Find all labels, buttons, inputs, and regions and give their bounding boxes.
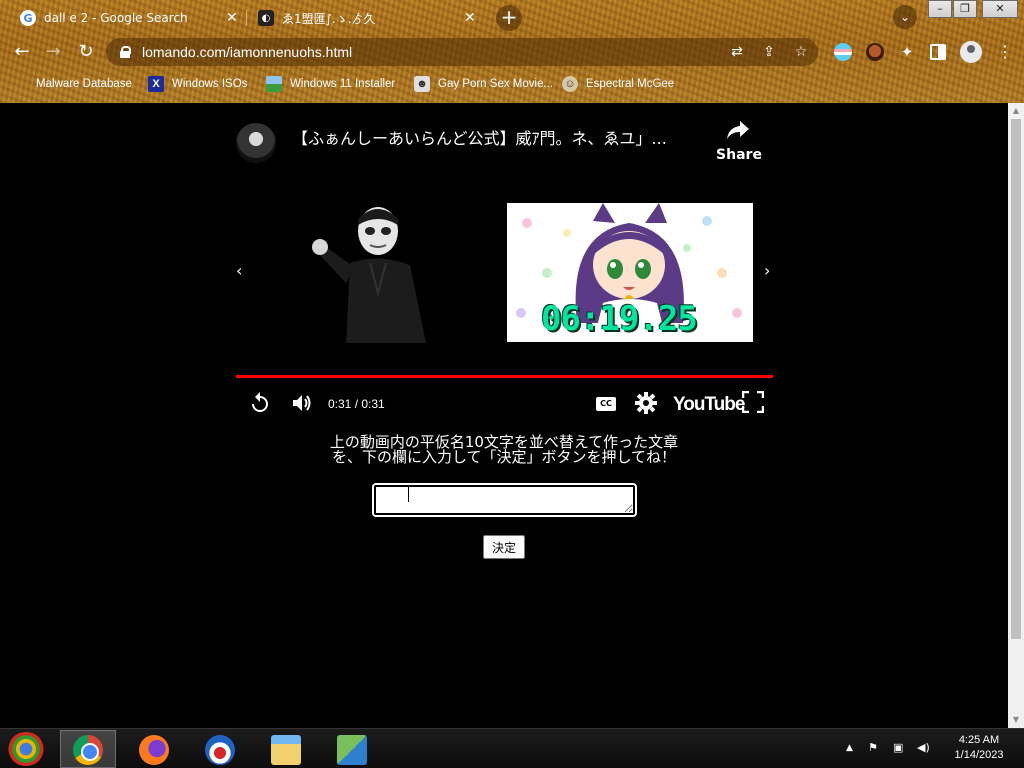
tab-search-button[interactable]: ⌄ bbox=[893, 5, 917, 29]
start-button[interactable] bbox=[8, 732, 44, 766]
profile-avatar-icon[interactable] bbox=[960, 41, 982, 63]
lock-icon[interactable] bbox=[120, 46, 131, 58]
tab-title: dall e 2 - Google Search bbox=[44, 11, 188, 25]
share-page-icon[interactable]: ⇪ bbox=[760, 43, 778, 61]
taskbar-chrome[interactable] bbox=[60, 730, 116, 768]
scroll-up-arrow-icon[interactable]: ▲ bbox=[1008, 103, 1024, 119]
video-progress-bar[interactable] bbox=[236, 375, 773, 378]
pride-flag-extension-icon[interactable] bbox=[834, 43, 852, 61]
taskbar-network-app[interactable] bbox=[324, 730, 380, 768]
kebab-menu-icon[interactable]: ⋮ bbox=[996, 43, 1014, 61]
url-text[interactable]: lomando.com/iamonnenuohs.html bbox=[142, 44, 352, 60]
gear-icon[interactable] bbox=[634, 391, 658, 415]
new-tab-button[interactable]: + bbox=[496, 5, 522, 31]
answer-textarea[interactable] bbox=[372, 483, 637, 517]
tab-google-search[interactable]: G dall e 2 - Google Search ✕ bbox=[8, 4, 246, 32]
clock-time: 4:25 AM bbox=[958, 734, 1000, 746]
captions-button[interactable]: CC bbox=[596, 397, 616, 411]
fullscreen-icon[interactable] bbox=[742, 391, 764, 413]
chrome-icon bbox=[73, 735, 103, 765]
system-clock[interactable]: 4:25 AM 1/14/2023 bbox=[944, 733, 1014, 763]
translate-icon[interactable]: ⇄ bbox=[728, 43, 746, 61]
scroll-down-arrow-icon[interactable]: ▼ bbox=[1008, 712, 1024, 728]
face-favicon-icon: ☺ bbox=[562, 76, 578, 92]
channel-avatar[interactable] bbox=[236, 123, 276, 163]
chevron-right-icon[interactable]: › bbox=[764, 261, 776, 280]
restore-button[interactable]: ❐ bbox=[953, 0, 977, 18]
back-button[interactable]: ← bbox=[10, 40, 34, 64]
site-favicon-icon: ☻ bbox=[414, 76, 430, 92]
page-favicon-icon: ◐ bbox=[258, 10, 274, 26]
tab-close-icon[interactable]: ✕ bbox=[464, 10, 476, 26]
reload-button[interactable]: ↻ bbox=[74, 40, 98, 64]
scroll-thumb[interactable] bbox=[1011, 119, 1021, 639]
share-label[interactable]: Share bbox=[716, 147, 762, 163]
youtube-logo[interactable]: YouTube bbox=[673, 394, 745, 416]
volume-tray-icon[interactable]: ◀) bbox=[917, 741, 930, 754]
video-thumbnail[interactable]: 06:19.25 bbox=[507, 203, 753, 342]
page-content: 【ふぁんしーあいらんど公式】威ｱ門。ネ、ゑユ」... Share ‹ › 06:… bbox=[0, 103, 1008, 728]
clock-date: 1/14/2023 bbox=[954, 749, 1004, 761]
chevron-left-icon[interactable]: ‹ bbox=[236, 261, 248, 280]
share-arrow-icon[interactable] bbox=[726, 119, 750, 141]
bookmark-windows-isos[interactable]: X Windows ISOs bbox=[148, 74, 247, 94]
tab-current-page[interactable]: ◐ ゑ1盟匯∫.ゝ.ゟ久 ✕ bbox=[246, 4, 484, 32]
text-cursor-icon bbox=[408, 486, 412, 502]
video-title[interactable]: 【ふぁんしーあいらんど公式】威ｱ門。ネ、ゑユ」... bbox=[292, 125, 712, 149]
volume-icon[interactable] bbox=[290, 391, 314, 415]
network-status-icon[interactable]: ▣ bbox=[893, 741, 903, 754]
show-hidden-icons-icon[interactable]: ▲ bbox=[846, 743, 853, 753]
time-display: 0:31 / 0:31 bbox=[328, 397, 385, 411]
close-window-button[interactable]: ✕ bbox=[982, 0, 1018, 18]
submit-button[interactable]: 決定 bbox=[483, 535, 525, 559]
bookmark-espectral-mcgee[interactable]: ☺ Espectral McGee bbox=[562, 74, 674, 94]
network-computers-icon bbox=[337, 735, 367, 765]
tab-close-icon[interactable]: ✕ bbox=[226, 10, 238, 26]
avatar-extension-icon[interactable] bbox=[866, 43, 884, 61]
bookmark-star-icon[interactable]: ☆ bbox=[792, 43, 810, 61]
bookmarks-bar: Malware Database X Windows ISOs Windows … bbox=[0, 72, 1024, 96]
pale-boy-figure-image bbox=[312, 207, 426, 343]
page-scrollbar[interactable]: ▲ ▼ bbox=[1008, 103, 1024, 728]
bookmark-malware-database[interactable]: Malware Database bbox=[36, 74, 132, 94]
folder-icon bbox=[271, 735, 301, 765]
minimize-button[interactable]: – bbox=[928, 0, 952, 18]
bookmark-movie-site[interactable]: ☻ Gay Porn Sex Movie... bbox=[414, 74, 553, 94]
tab-title: ゑ1盟匯∫.ゝ.ゟ久 bbox=[282, 11, 376, 26]
windows-taskbar: ▲ ⚑ ▣ ◀) 4:25 AM 1/14/2023 bbox=[0, 728, 1024, 768]
browser-frame: G dall e 2 - Google Search ✕ ◐ ゑ1盟匯∫.ゝ.ゟ… bbox=[0, 0, 1024, 103]
x-logo-icon: X bbox=[148, 76, 164, 92]
forward-button[interactable]: → bbox=[41, 40, 65, 64]
landscape-image-icon bbox=[266, 76, 282, 92]
instruction-line-2: を、下の欄に入力して「決定」ボタンを押してね！ bbox=[331, 448, 677, 466]
timer-overlay: 06:19.25 bbox=[541, 299, 698, 339]
embedded-video-player[interactable]: 【ふぁんしーあいらんど公式】威ｱ門。ネ、ゑユ」... Share ‹ › 06:… bbox=[236, 111, 773, 416]
firefox-icon bbox=[139, 735, 169, 765]
taskbar-obama-logo-app[interactable] bbox=[192, 730, 248, 768]
taskbar-file-explorer[interactable] bbox=[258, 730, 314, 768]
google-icon: G bbox=[20, 10, 36, 26]
address-bar[interactable]: lomando.com/iamonnenuohs.html ⇄ ⇪ ☆ bbox=[106, 38, 818, 66]
obama-logo-icon bbox=[205, 735, 235, 765]
instruction-text: 上の動画内の平仮名10文字を並べ替えて作った文章 を、下の欄に入力して「決定」ボ… bbox=[204, 435, 804, 465]
side-panel-icon[interactable] bbox=[930, 44, 946, 60]
bookmark-windows-11-installer[interactable]: Windows 11 Installer bbox=[266, 74, 395, 94]
taskbar-firefox[interactable] bbox=[126, 730, 182, 768]
extensions-puzzle-icon[interactable]: ✦ bbox=[898, 43, 916, 61]
action-center-flag-icon[interactable]: ⚑ bbox=[868, 741, 878, 754]
replay-icon[interactable] bbox=[248, 391, 272, 415]
